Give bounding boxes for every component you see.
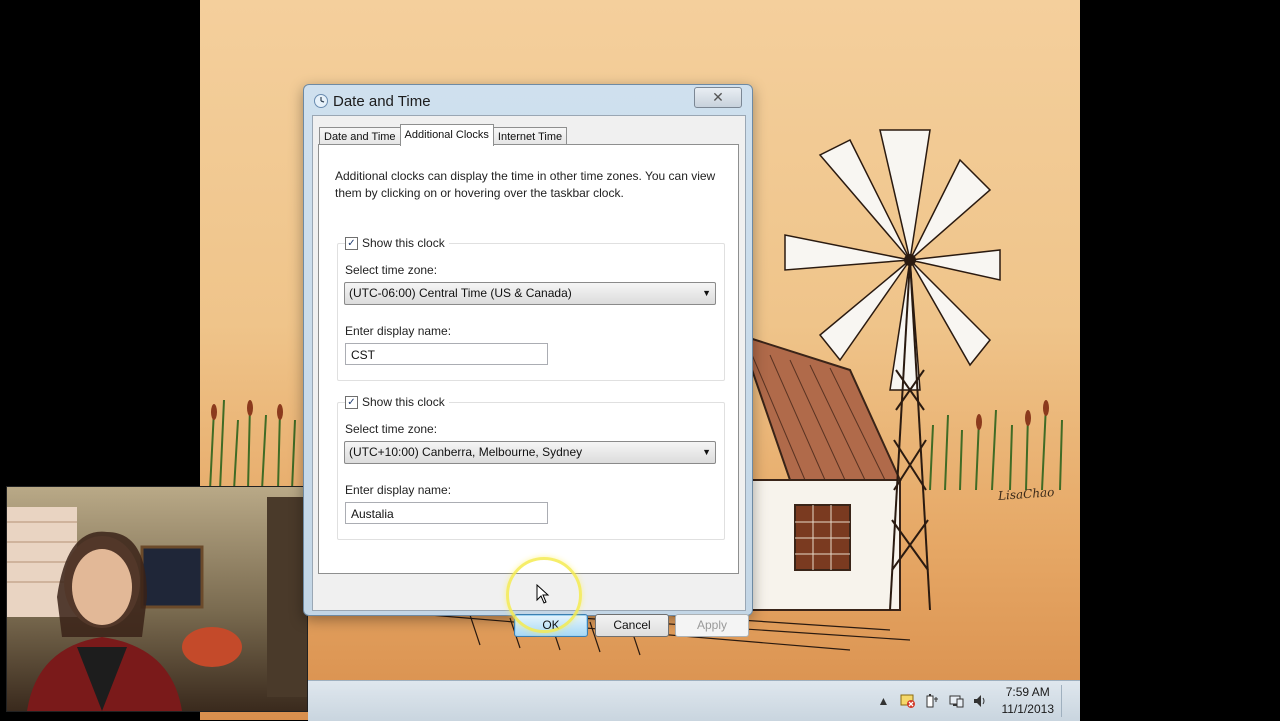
show-clock-1-checkbox[interactable]: ✓ [345, 236, 358, 250]
wallpaper-windmill [784, 129, 1001, 611]
clock-icon [314, 94, 328, 108]
date-and-time-dialog: Date and Time ✕ Date and Time Additional… [303, 84, 753, 637]
dropdown-arrow-icon: ▼ [702, 288, 711, 298]
display-name-2-input[interactable]: Austalia [345, 502, 548, 524]
additional-clocks-panel: Additional clocks can display the time i… [318, 144, 739, 574]
dropdown-arrow-icon: ▼ [702, 447, 711, 457]
volume-icon[interactable] [972, 693, 988, 709]
display-name-1-input[interactable]: CST [345, 343, 548, 365]
mouse-cursor-icon [536, 584, 550, 604]
power-icon[interactable] [924, 693, 940, 709]
timezone-2-label: Select time zone: [345, 422, 438, 436]
cancel-button[interactable]: Cancel [595, 614, 669, 637]
close-button[interactable]: ✕ [694, 87, 742, 108]
panel-description: Additional clocks can display the time i… [335, 169, 716, 200]
taskbar: ▲ 7:59 AM 11/1/2013 [308, 680, 1080, 721]
show-hidden-icons-arrow-icon[interactable]: ▲ [876, 693, 892, 709]
dialog-title: Date and Time [333, 93, 431, 110]
show-clock-1-label: Show this clock [362, 236, 445, 250]
timezone-2-select[interactable]: (UTC+10:00) Canberra, Melbourne, Sydney … [344, 441, 716, 464]
clock-group-2: ✓ Show this clock Select time zone: (UTC… [337, 395, 725, 540]
right-letterbox [1080, 0, 1280, 720]
clock-group-1: ✓ Show this clock Select time zone: (UTC… [337, 236, 725, 381]
network-icon[interactable] [948, 693, 964, 709]
show-desktop-button[interactable] [1061, 685, 1074, 717]
display-name-2-label: Enter display name: [345, 483, 452, 497]
show-clock-1-row[interactable]: ✓ Show this clock [345, 236, 449, 250]
close-icon: ✕ [712, 89, 724, 105]
timezone-1-value: (UTC-06:00) Central Time (US & Canada) [349, 286, 572, 300]
timezone-1-select[interactable]: (UTC-06:00) Central Time (US & Canada) ▼ [344, 282, 716, 305]
apply-button[interactable]: Apply [675, 614, 749, 637]
show-clock-2-checkbox[interactable]: ✓ [345, 395, 358, 409]
dialog-client-area: Date and Time Additional Clocks Internet… [312, 115, 749, 637]
show-clock-2-label: Show this clock [362, 395, 445, 409]
clock-time: 7:59 AM [1005, 685, 1050, 699]
tab-additional-clocks[interactable]: Additional Clocks [399, 124, 494, 146]
taskbar-clock[interactable]: 7:59 AM 11/1/2013 [1002, 684, 1055, 718]
webcam-overlay [6, 486, 308, 712]
system-tray: ▲ 7:59 AM 11/1/2013 [876, 681, 1081, 721]
show-clock-2-row[interactable]: ✓ Show this clock [345, 395, 449, 409]
action-center-icon[interactable] [900, 693, 916, 709]
tab-strip: Date and Time Additional Clocks Internet… [319, 124, 568, 146]
timezone-2-value: (UTC+10:00) Canberra, Melbourne, Sydney [349, 445, 583, 459]
display-name-1-label: Enter display name: [345, 324, 452, 338]
timezone-1-label: Select time zone: [345, 263, 438, 277]
clock-date: 11/1/2013 [1001, 702, 1055, 716]
